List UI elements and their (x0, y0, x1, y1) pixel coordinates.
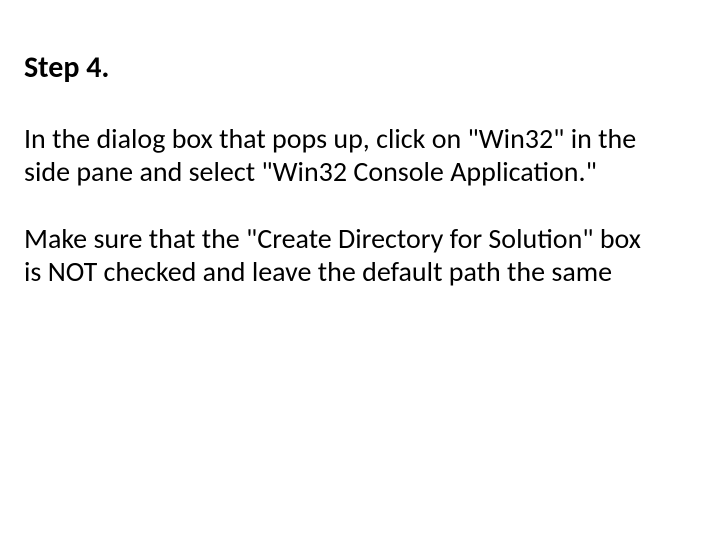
instruction-paragraph-2: Make sure that the "Create Directory for… (24, 222, 664, 288)
instruction-paragraph-1: In the dialog box that pops up, click on… (24, 122, 664, 188)
step-heading: Step 4. (24, 50, 684, 86)
